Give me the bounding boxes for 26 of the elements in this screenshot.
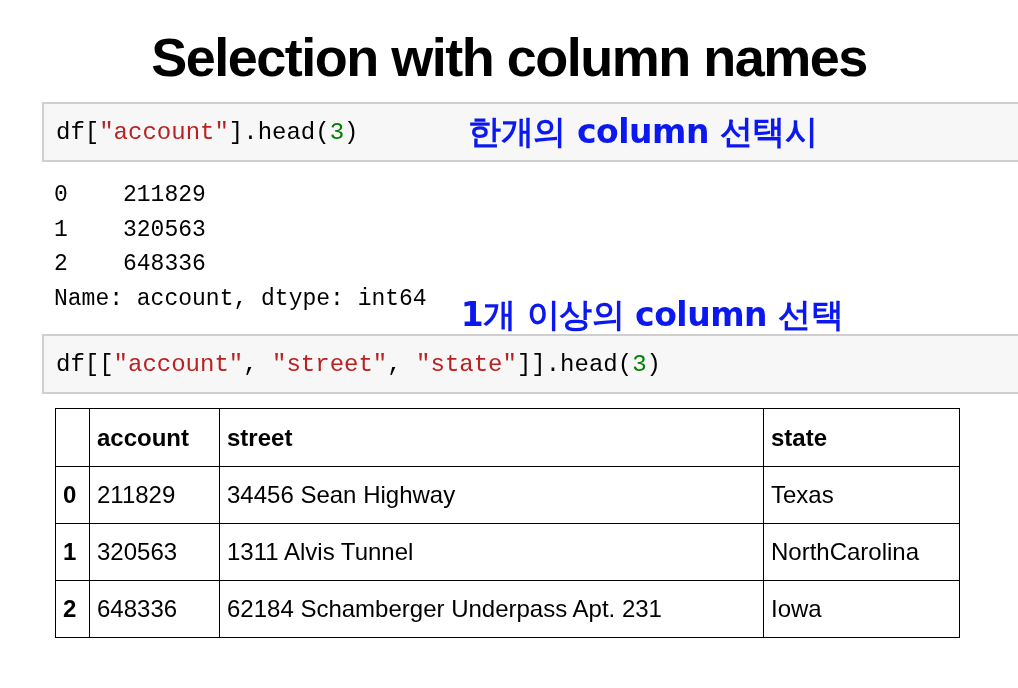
row-index: 0	[55, 466, 90, 524]
code-line: df["account"].head(3)	[56, 118, 359, 146]
table-cell: Texas	[763, 466, 960, 524]
table-cell: 211829	[89, 466, 220, 524]
output-line: 0 211829	[54, 181, 207, 210]
annotation: 한개의 column 선택시	[468, 110, 818, 153]
table-cell: Iowa	[763, 580, 960, 638]
annotation: 1개 이상의 column 선택	[460, 294, 844, 336]
table-cell: NorthCarolina	[763, 523, 960, 581]
table-cell: 34456 Sean Highway	[219, 466, 764, 524]
slide-title: Selection with column names	[150, 26, 868, 88]
column-header: state	[763, 408, 960, 467]
column-header: account	[89, 408, 220, 467]
code-cell[interactable]: df[["account", "street", "state"]].head(3)	[42, 334, 1018, 394]
code-line: df[["account", "street", "state"]].head(3)	[56, 350, 661, 378]
table-cell: 62184 Schamberger Underpass Apt. 231	[219, 580, 764, 638]
row-index: 2	[55, 580, 90, 638]
table-cell: 1311 Alvis Tunnel	[219, 523, 764, 581]
output-line: 1 320563	[54, 215, 207, 245]
table-cell: 320563	[89, 523, 220, 581]
output-line: 2 648336	[54, 250, 207, 279]
output-line: Name: account, dtype: int64	[54, 284, 427, 314]
row-index: 1	[55, 523, 90, 581]
table-cell: 648336	[89, 580, 220, 638]
code-cell[interactable]: df["account"].head(3) 한개의 column 선택시	[42, 102, 1018, 162]
column-header: street	[219, 408, 764, 467]
